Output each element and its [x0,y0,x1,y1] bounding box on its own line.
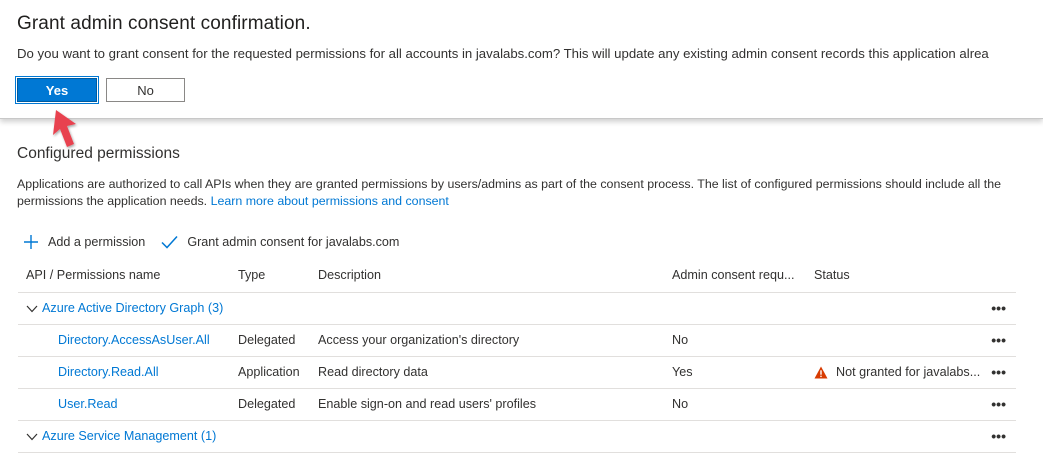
group-toggle[interactable]: Azure Service Management (1) [26,421,216,452]
admin-consent-required: Yes [672,365,693,379]
permission-description: Enable sign-on and read users' profiles [318,397,537,411]
toolbar: Add a permission Grant admin consent for… [23,232,415,252]
yes-button[interactable]: Yes [15,76,99,104]
status-badge: Not granted for javalabs... [814,357,980,388]
group-name: Azure Service Management (1) [42,429,217,443]
header-type[interactable]: Type [238,260,265,291]
group-row: Azure Active Directory Graph (3) ••• [18,293,1016,325]
permissions-table: API / Permissions name Type Description … [18,260,1016,453]
admin-consent-required: No [672,397,689,411]
group-toggle[interactable]: Azure Active Directory Graph (3) [26,293,223,324]
table-row: User.Read Delegated Enable sign-on and r… [18,389,1016,421]
grant-admin-consent-button[interactable]: Grant admin consent for javalabs.com [161,235,399,249]
consent-message: Do you want to grant consent for the req… [17,46,989,61]
grant-admin-consent-label: Grant admin consent for javalabs.com [187,235,400,249]
consent-panel: Grant admin consent confirmation. Do you… [0,0,1043,119]
permission-description: Read directory data [318,365,428,379]
consent-title: Grant admin consent confirmation. [17,13,311,34]
status-text: Not granted for javalabs... [836,365,981,379]
more-options-icon[interactable]: ••• [991,389,1006,420]
group-row: Azure Service Management (1) ••• [18,421,1016,453]
permission-link[interactable]: User.Read [58,389,118,420]
admin-consent-required: No [672,333,689,347]
more-options-icon[interactable]: ••• [991,325,1006,356]
section-description: Applications are authorized to call APIs… [17,176,1027,209]
header-description[interactable]: Description [318,260,381,291]
permission-type: Application [238,365,300,379]
header-admin-consent[interactable]: Admin consent requ... [672,260,795,291]
header-name[interactable]: API / Permissions name [26,260,160,291]
chevron-down-icon [26,305,38,312]
no-button[interactable]: No [106,78,185,102]
more-options-icon[interactable]: ••• [991,293,1006,324]
section-title: Configured permissions [17,145,180,162]
permission-link[interactable]: Directory.AccessAsUser.All [58,325,210,356]
add-permission-label: Add a permission [48,235,146,249]
table-row: Directory.AccessAsUser.All Delegated Acc… [18,325,1016,357]
chevron-down-icon [26,433,38,440]
header-status[interactable]: Status [814,260,850,291]
pointer-arrow-icon [53,110,76,147]
table-row: Directory.Read.All Application Read dire… [18,357,1016,389]
permission-type: Delegated [238,333,296,347]
more-options-icon[interactable]: ••• [991,421,1006,452]
section-description-text: Applications are authorized to call APIs… [17,177,1001,208]
more-options-icon[interactable]: ••• [991,357,1006,388]
permission-description: Access your organization's directory [318,333,520,347]
learn-more-link[interactable]: Learn more about permissions and consent [211,194,449,208]
plus-icon [24,235,38,249]
checkmark-icon [161,235,178,249]
table-header: API / Permissions name Type Description … [18,260,1016,293]
add-permission-button[interactable]: Add a permission [23,234,145,250]
warning-icon [814,366,828,379]
permission-link[interactable]: Directory.Read.All [58,357,159,388]
permission-type: Delegated [238,397,296,411]
group-name: Azure Active Directory Graph (3) [42,301,224,315]
